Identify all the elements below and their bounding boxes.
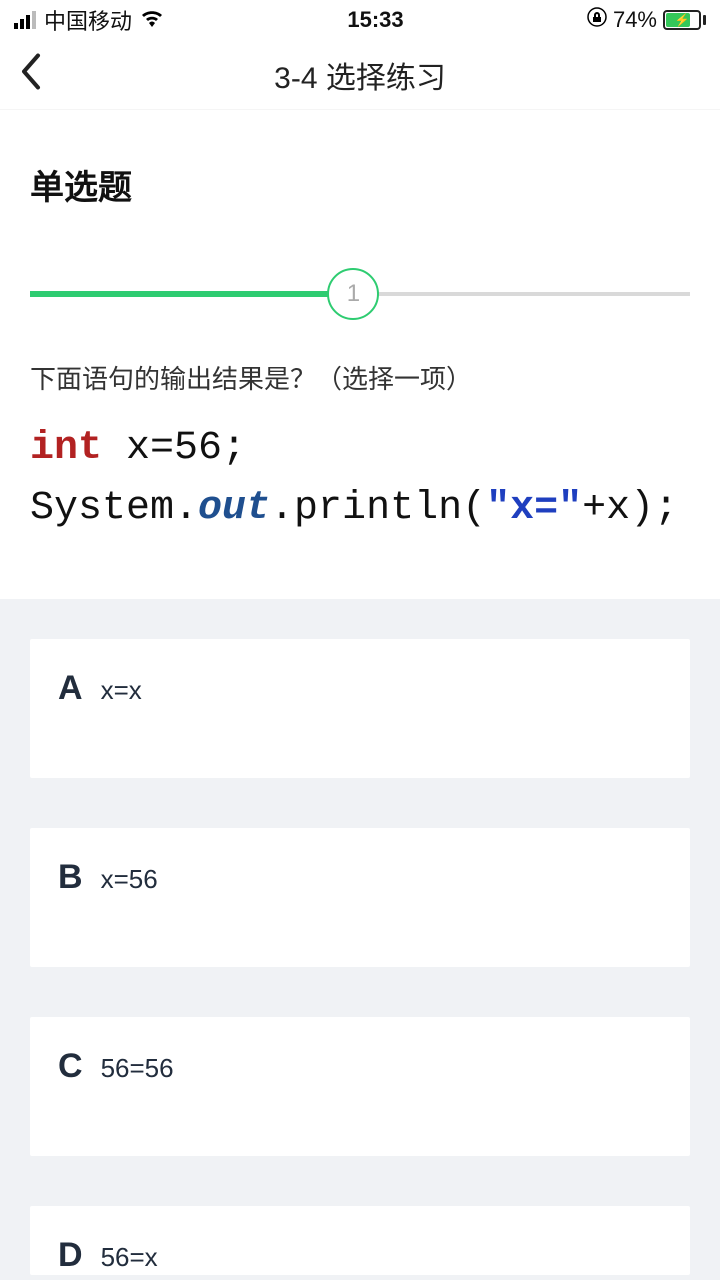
- code-text: x=56;: [102, 426, 246, 471]
- code-text: .println(: [270, 486, 486, 531]
- option-letter: C: [58, 1047, 83, 1086]
- status-left: 中国移动: [14, 4, 164, 36]
- code-text: +x);: [582, 486, 678, 531]
- progress-knob[interactable]: 1: [327, 268, 379, 320]
- option-c[interactable]: C 56=56: [30, 1017, 690, 1156]
- code-object: out: [198, 486, 270, 531]
- option-a[interactable]: A x=x: [30, 639, 690, 778]
- option-d[interactable]: D 56=x: [30, 1206, 690, 1275]
- status-right: 74% ⚡: [587, 7, 706, 33]
- clock: 15:33: [347, 7, 403, 33]
- code-snippet: int x=56; System.out.println("x="+x);: [30, 419, 690, 539]
- option-text: 56=56: [101, 1053, 174, 1084]
- progress-current-number: 1: [347, 280, 360, 308]
- wifi-icon: [140, 7, 164, 33]
- option-letter: D: [58, 1236, 83, 1275]
- carrier-label: 中国移动: [44, 4, 132, 36]
- page-title: 3-4 选择练习: [274, 53, 446, 97]
- question-prompt: 下面语句的输出结果是？（选择一项）: [30, 359, 690, 401]
- orientation-lock-icon: [587, 7, 607, 33]
- nav-bar: 3-4 选择练习: [0, 40, 720, 110]
- status-bar: 中国移动 15:33 74% ⚡: [0, 0, 720, 40]
- option-text: x=x: [101, 675, 142, 706]
- option-letter: A: [58, 669, 83, 708]
- battery-icon: ⚡: [663, 10, 706, 30]
- battery-percent: 74%: [613, 7, 657, 33]
- back-button[interactable]: [20, 53, 42, 96]
- option-text: x=56: [101, 864, 158, 895]
- options-list: A x=x B x=56 C 56=56 D 56=x: [0, 599, 720, 1275]
- progress-bar[interactable]: 1: [30, 279, 690, 309]
- question-panel: 单选题 1 下面语句的输出结果是？（选择一项） int x=56; System…: [0, 110, 720, 599]
- progress-fill: [30, 291, 353, 297]
- code-text: System.: [30, 486, 198, 531]
- code-string: "x=": [486, 486, 582, 531]
- option-b[interactable]: B x=56: [30, 828, 690, 967]
- option-letter: B: [58, 858, 83, 897]
- question-type-label: 单选题: [30, 160, 690, 209]
- code-keyword: int: [30, 426, 102, 471]
- signal-icon: [14, 11, 36, 29]
- option-text: 56=x: [101, 1242, 158, 1273]
